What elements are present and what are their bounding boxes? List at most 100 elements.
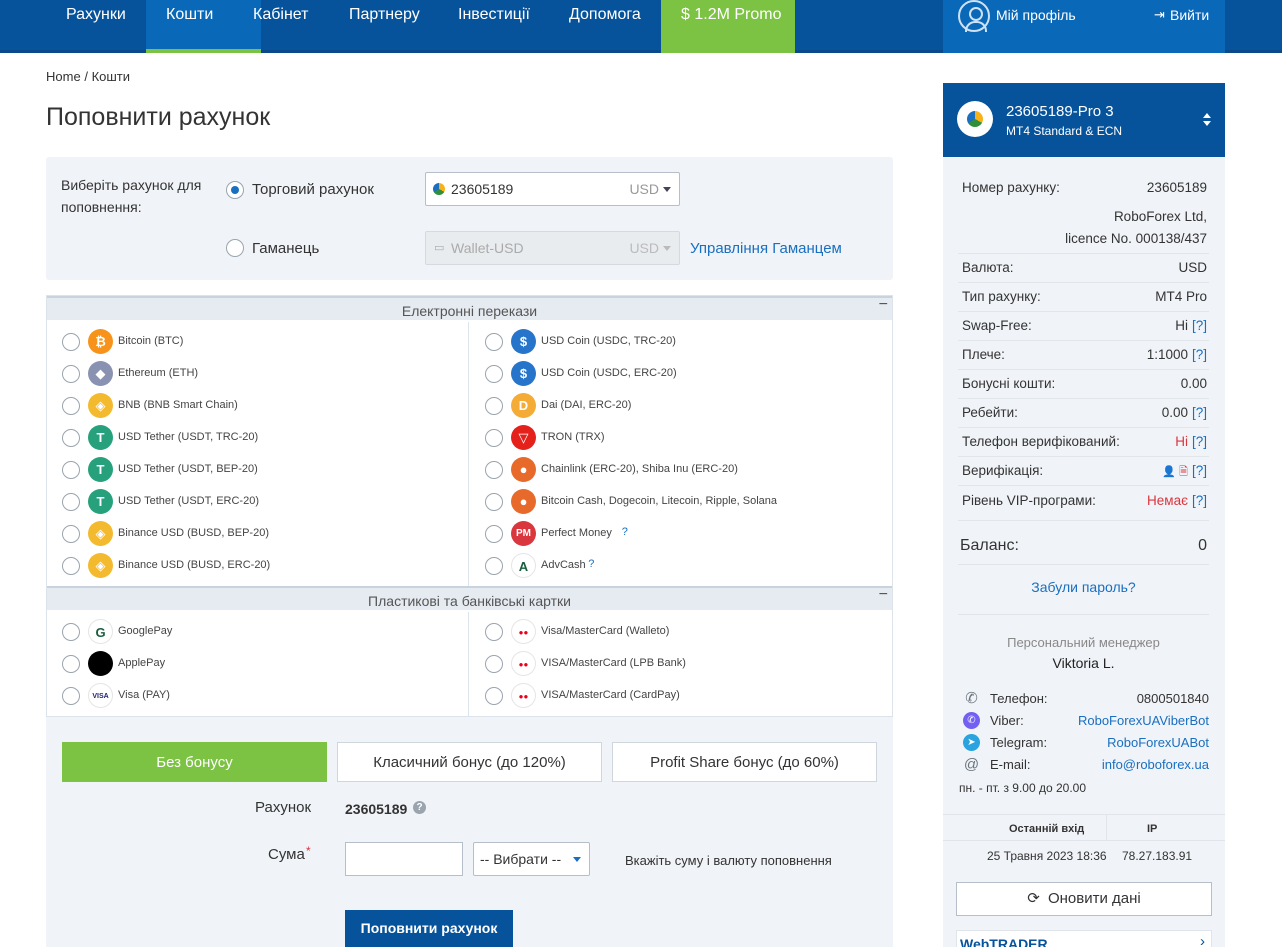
help-link[interactable]: [?] [1192, 463, 1207, 478]
payment-method-radio[interactable] [62, 655, 80, 673]
payment-method-radio[interactable] [485, 623, 503, 641]
payment-method-radio[interactable] [485, 655, 503, 673]
sort-arrows-icon[interactable] [1202, 113, 1212, 127]
balance-value: 0 [1198, 537, 1207, 554]
tether-icon: T [88, 489, 113, 514]
trading-account-select[interactable]: 23605189 USD [425, 172, 680, 206]
info-row-label: Валюта: [962, 260, 1014, 275]
payment-method-radio[interactable] [62, 525, 80, 543]
table-divider [943, 840, 1225, 841]
payment-method-radio[interactable] [485, 333, 503, 351]
busd-icon: ◈ [88, 521, 113, 546]
contact-value[interactable]: RoboForexUAViberBot [1078, 713, 1209, 728]
company-name: RoboForex Ltd, [1113, 209, 1207, 224]
my-profile-link[interactable]: Мій профіль [996, 0, 1076, 30]
licence-number: licence No. 000138/437 [1065, 231, 1207, 246]
payment-method-radio[interactable] [62, 557, 80, 575]
contact-value[interactable]: RoboForexUABot [1107, 735, 1209, 750]
manager-label: Персональний менеджер [1007, 635, 1160, 650]
account-switcher[interactable]: 23605189-Pro 3 MT4 Standard & ECN [943, 83, 1225, 157]
logout-icon[interactable]: ⇥ [1154, 0, 1165, 30]
account-info-row: Рівень VIP-програми: Немає [?] [958, 487, 1209, 521]
nav-item-accounts[interactable]: Рахунки [46, 0, 146, 53]
account-info-row: Плече: 1:1000 [?] [958, 341, 1209, 370]
payment-method-radio[interactable] [62, 687, 80, 705]
account-switcher-subtitle: MT4 Standard & ECN [1006, 124, 1123, 138]
info-row-value-text: 0.00 [1161, 405, 1188, 420]
collapse-icon[interactable]: − [879, 292, 888, 318]
nav-item-promo[interactable]: $ 1.2M Promo [661, 0, 795, 53]
refresh-data-button[interactable]: ⟳ Оновити дані [956, 882, 1212, 916]
payment-method-radio[interactable] [485, 687, 503, 705]
multi-coin-icon: ● [511, 457, 536, 482]
payment-method-radio[interactable] [62, 461, 80, 479]
contact-value[interactable]: info@roboforex.ua [1102, 757, 1209, 772]
help-link[interactable]: ? [588, 558, 594, 570]
email-icon: @ [963, 756, 980, 773]
wallet-select[interactable]: ▭ Wallet-USD USD [425, 231, 680, 265]
payment-method-radio[interactable] [62, 397, 80, 415]
info-row-value-text: USD [1178, 260, 1207, 275]
wallet-manage-link[interactable]: Управління Гаманцем [690, 240, 842, 257]
help-link[interactable]: [?] [1192, 318, 1207, 333]
help-link[interactable]: [?] [1192, 405, 1207, 420]
column-divider [468, 322, 469, 586]
contact-label: E-mail: [990, 757, 1031, 772]
payment-method-radio[interactable] [485, 525, 503, 543]
payment-method-radio[interactable] [62, 493, 80, 511]
amount-hint: Вкажіть суму і валюту поповнення [625, 853, 832, 868]
account-field-label: Рахунок [255, 799, 312, 816]
payment-method-radio[interactable] [62, 429, 80, 447]
wallet-label: Гаманець [252, 240, 320, 257]
logout-link[interactable]: Вийти [1170, 0, 1209, 30]
payment-method-radio[interactable] [62, 365, 80, 383]
payment-method-radio[interactable] [485, 365, 503, 383]
page-title: Поповнити рахунок [46, 103, 271, 131]
wallet-radio[interactable] [226, 239, 244, 257]
cards-section-header[interactable]: Пластикові та банківські картки − [47, 586, 892, 610]
payment-method-radio[interactable] [485, 397, 503, 415]
payment-method-label: Binance USD (BUSD, ERC-20) [118, 559, 271, 571]
ethereum-icon: ◆ [88, 361, 113, 386]
deposit-submit-button[interactable]: Поповнити рахунок [345, 910, 513, 947]
dai-icon: D [511, 393, 536, 418]
nav-item-cabinet[interactable]: Кабінет [233, 0, 328, 53]
webtrader-label: WebTRADER [960, 936, 1048, 947]
help-link[interactable]: [?] [1192, 434, 1207, 449]
payment-method-label: Dai (DAI, ERC-20) [541, 399, 632, 411]
last-login-value: 25 Травня 2023 18:36 [987, 849, 1107, 863]
payment-method-label: USD Coin (USDC, ERC-20) [541, 367, 677, 379]
amount-field-label: Сума [268, 846, 305, 863]
currency-select[interactable]: -- Вибрати -- [473, 842, 590, 876]
electronic-section-header[interactable]: Електронні перекази − [47, 296, 892, 320]
help-link[interactable]: [?] [1192, 493, 1207, 508]
amount-input[interactable] [345, 842, 463, 876]
payment-method-radio[interactable] [485, 557, 503, 575]
no-bonus-button[interactable]: Без бонусу [62, 742, 327, 782]
payment-method-radio[interactable] [62, 333, 80, 351]
nav-item-partner[interactable]: Партнеру [329, 0, 440, 53]
info-row-value: 👤 🗎 [?] [1162, 463, 1207, 482]
help-link[interactable]: ? [622, 526, 628, 538]
nav-item-help[interactable]: Допомога [549, 0, 661, 53]
help-icon[interactable]: ? [413, 801, 426, 814]
payment-method-radio[interactable] [485, 493, 503, 511]
help-link[interactable]: [?] [1192, 347, 1207, 362]
bnb-icon: ◈ [88, 393, 113, 418]
payment-method-radio[interactable] [485, 461, 503, 479]
trading-account-radio[interactable] [226, 181, 244, 199]
user-avatar-icon[interactable] [958, 0, 990, 32]
webtrader-link[interactable]: WebTRADER › [956, 930, 1212, 947]
payment-method-radio[interactable] [485, 429, 503, 447]
classic-bonus-button[interactable]: Класичний бонус (до 120%) [337, 742, 602, 782]
mt4-logo-icon [957, 101, 993, 137]
forgot-password-link[interactable]: Забули пароль? [958, 579, 1209, 615]
breadcrumb-home[interactable]: Home [46, 69, 81, 84]
balance-row: Баланс: 0 [958, 527, 1209, 565]
perfect-money-icon: PM [511, 521, 536, 546]
payment-methods: Електронні перекази − Пластикові та банк… [46, 295, 893, 717]
profit-share-bonus-button[interactable]: Profit Share бонус (до 60%) [612, 742, 877, 782]
payment-method-radio[interactable] [62, 623, 80, 641]
collapse-icon[interactable]: − [879, 582, 888, 608]
nav-item-investments[interactable]: Інвестиції [438, 0, 550, 53]
